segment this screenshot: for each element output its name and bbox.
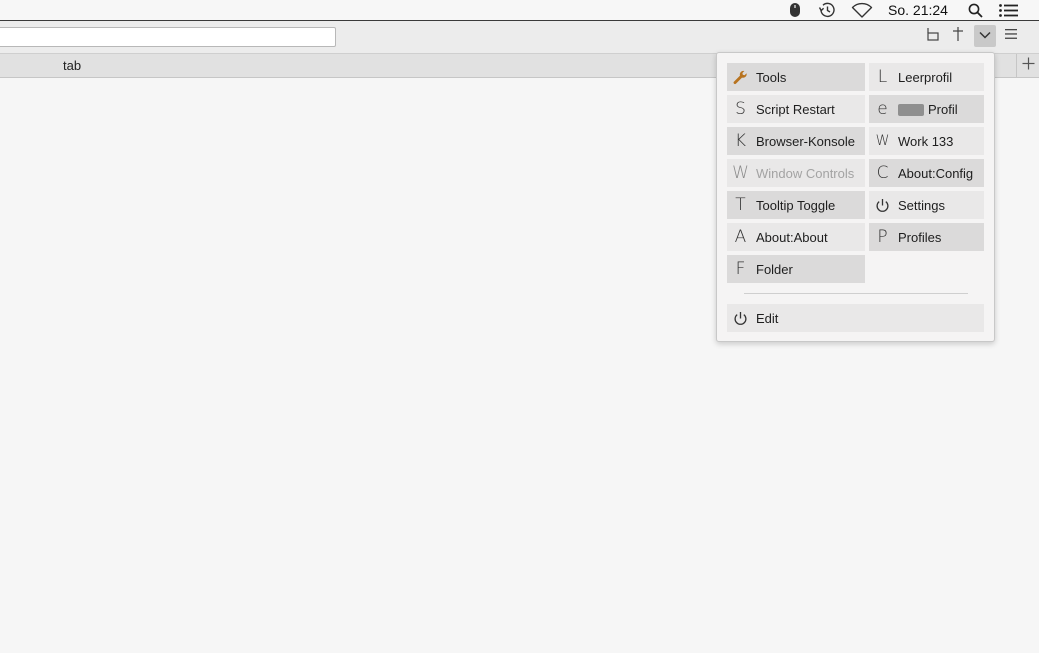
sidebar-icon xyxy=(926,27,940,46)
new-tab-button[interactable] xyxy=(1016,54,1039,77)
window-controls-button[interactable]: W Window Controls xyxy=(727,159,865,187)
folder-label: Folder xyxy=(756,261,793,277)
panel-dropdown-button[interactable] xyxy=(974,25,996,47)
hamburger-menu-icon xyxy=(1004,27,1018,45)
leerprofil-button[interactable]: L Leerprofil xyxy=(869,63,984,91)
sidebar-button[interactable] xyxy=(922,25,944,47)
browser-konsole-button[interactable]: K Browser-Konsole xyxy=(727,127,865,155)
hamburger-menu-button[interactable] xyxy=(1000,25,1022,47)
edit-label: Edit xyxy=(756,310,779,326)
work-133-button[interactable]: W Work 133 xyxy=(869,127,984,155)
letter-w-icon: W xyxy=(732,163,749,183)
settings-button[interactable]: Settings xyxy=(869,191,984,219)
tooltip-toggle-button[interactable]: T Tooltip Toggle xyxy=(727,191,865,219)
notification-center-icon[interactable] xyxy=(996,0,1020,20)
panel-separator xyxy=(744,293,968,294)
profil-label: Profil xyxy=(928,101,958,117)
about-about-label: About:About xyxy=(756,229,828,245)
letter-f-icon: F xyxy=(735,259,746,279)
chevron-down-icon xyxy=(978,27,992,45)
folder-button[interactable]: F Folder xyxy=(727,255,865,283)
wrench-icon xyxy=(727,70,754,85)
profiles-label: Profiles xyxy=(898,229,942,245)
wifi-icon[interactable] xyxy=(849,0,875,20)
window-controls-label: Window Controls xyxy=(756,165,855,181)
letter-l-icon: L xyxy=(877,67,888,87)
letter-k-icon: K xyxy=(734,131,747,151)
system-menu-bar: So. 21:24 xyxy=(0,0,1039,21)
url-bar[interactable] xyxy=(0,27,336,47)
about-about-button[interactable]: A About:About xyxy=(727,223,865,251)
script-restart-button[interactable]: S Script Restart xyxy=(727,95,865,123)
tab-title[interactable]: tab xyxy=(63,58,81,73)
script-restart-label: Script Restart xyxy=(756,101,835,117)
tools-button[interactable]: Tools xyxy=(727,63,865,91)
profiles-button[interactable]: P Profiles xyxy=(869,223,984,251)
about-config-label: About:Config xyxy=(898,165,974,181)
edit-button[interactable]: Edit xyxy=(727,304,984,332)
letter-a-icon: A xyxy=(734,227,747,247)
leerprofil-label: Leerprofil xyxy=(898,69,953,85)
profil-button[interactable]: e Profil xyxy=(869,95,984,123)
letter-w-icon: W xyxy=(875,133,890,149)
pin-button[interactable] xyxy=(947,25,969,47)
letter-c-icon: C xyxy=(876,163,889,183)
letter-s-icon: S xyxy=(735,99,746,119)
tools-panel-menu: Tools S Script Restart K Browser-Konsole… xyxy=(716,52,995,342)
tools-label: Tools xyxy=(756,69,787,85)
letter-e-icon: e xyxy=(877,99,888,119)
power-icon xyxy=(727,311,754,326)
mouse-icon[interactable] xyxy=(785,0,805,20)
about-config-button[interactable]: C About:Config xyxy=(869,159,984,187)
spotlight-icon[interactable] xyxy=(965,0,985,20)
power-icon xyxy=(869,198,896,213)
work-133-label: Work 133 xyxy=(898,133,954,149)
time-machine-icon[interactable] xyxy=(815,0,839,20)
settings-label: Settings xyxy=(898,197,945,213)
browser-konsole-label: Browser-Konsole xyxy=(756,133,855,149)
letter-p-icon: P xyxy=(877,227,888,247)
menubar-clock[interactable]: So. 21:24 xyxy=(884,0,952,20)
navigation-toolbar xyxy=(0,21,1039,54)
letter-t-icon: T xyxy=(735,195,746,215)
plus-icon xyxy=(1022,57,1035,75)
tooltip-toggle-label: Tooltip Toggle xyxy=(756,197,836,213)
redacted-patch xyxy=(898,104,924,117)
pin-icon xyxy=(951,26,965,47)
